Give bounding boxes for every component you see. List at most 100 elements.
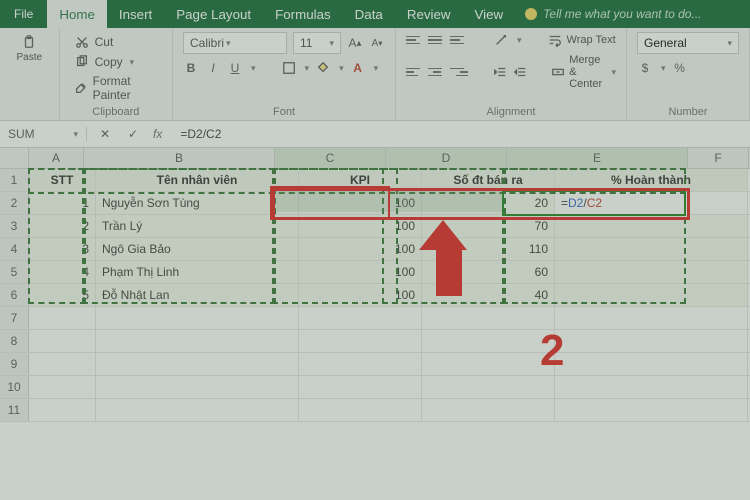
cell-e2-active[interactable]: =D2/C2 (555, 192, 748, 214)
cell-e4[interactable] (555, 238, 748, 260)
select-all-corner[interactable] (0, 148, 29, 168)
cell-c3[interactable]: 100 (299, 215, 422, 237)
col-header-e[interactable]: E (507, 148, 688, 168)
tab-home[interactable]: Home (47, 0, 107, 28)
cell[interactable] (29, 399, 96, 421)
formula-input[interactable]: =D2/C2 (172, 127, 750, 141)
cell[interactable] (422, 376, 555, 398)
font-color-button[interactable]: A (350, 60, 366, 76)
row-header-4[interactable]: 4 (0, 238, 29, 260)
tab-review[interactable]: Review (395, 0, 463, 28)
currency-button[interactable]: $ (637, 60, 653, 76)
cell-a3[interactable]: 2 (29, 215, 96, 237)
cell-d2[interactable]: 20 (422, 192, 555, 214)
cell-e5[interactable] (555, 261, 748, 283)
tab-data[interactable]: Data (343, 0, 395, 28)
cell[interactable] (29, 330, 96, 352)
cell[interactable] (555, 353, 748, 375)
cell[interactable] (422, 353, 555, 375)
cell-b6[interactable]: Đỗ Nhật Lan (96, 284, 299, 306)
wrap-text-button[interactable]: Wrap Text (547, 32, 616, 48)
cell[interactable] (555, 399, 748, 421)
cell-c6[interactable]: 100 (299, 284, 422, 306)
border-button[interactable] (281, 60, 297, 76)
cell[interactable] (96, 399, 299, 421)
format-painter-button[interactable]: Format Painter (70, 72, 162, 104)
copy-button[interactable]: Copy▾ (70, 52, 162, 72)
number-format-select[interactable]: General▾ (637, 32, 739, 54)
enter-icon[interactable]: ✓ (125, 126, 141, 142)
cell-e3[interactable] (555, 215, 748, 237)
italic-button[interactable]: I (205, 60, 221, 76)
percent-button[interactable]: % (672, 60, 688, 76)
cell-d1[interactable]: Số đt bán ra (422, 169, 555, 191)
cell[interactable] (422, 399, 555, 421)
cancel-icon[interactable]: ✕ (97, 126, 113, 142)
file-tab[interactable]: File (0, 0, 47, 28)
cell[interactable] (422, 307, 555, 329)
cell-b3[interactable]: Trần Lý (96, 215, 299, 237)
cell[interactable] (96, 330, 299, 352)
tab-insert[interactable]: Insert (107, 0, 164, 28)
paste-button[interactable]: Paste (10, 32, 49, 65)
row-header-6[interactable]: 6 (0, 284, 29, 306)
col-header-c[interactable]: C (275, 148, 386, 168)
col-header-a[interactable]: A (29, 148, 84, 168)
cell[interactable] (555, 376, 748, 398)
cell[interactable] (299, 399, 422, 421)
cell[interactable] (299, 376, 422, 398)
bold-button[interactable]: B (183, 60, 199, 76)
row-header-11[interactable]: 11 (0, 399, 29, 421)
underline-button[interactable]: U (227, 60, 243, 76)
cell[interactable] (555, 330, 748, 352)
cell-c5[interactable]: 100 (299, 261, 422, 283)
cell[interactable] (96, 376, 299, 398)
cell[interactable] (29, 353, 96, 375)
cell[interactable] (299, 330, 422, 352)
orientation-icon[interactable] (493, 32, 509, 48)
decrease-font-icon[interactable]: A▾ (369, 35, 385, 51)
fill-color-button[interactable] (315, 60, 331, 76)
worksheet-grid[interactable]: A B C D E F 1 STT Tên nhân viên KPI Số đ… (0, 148, 750, 422)
vertical-align[interactable] (406, 32, 468, 48)
row-header-9[interactable]: 9 (0, 353, 29, 375)
cell[interactable] (96, 353, 299, 375)
cell-b1[interactable]: Tên nhân viên (96, 169, 299, 191)
cell-a4[interactable]: 3 (29, 238, 96, 260)
cell-c2[interactable]: 100 (299, 192, 422, 214)
decrease-indent-icon[interactable] (493, 64, 507, 80)
increase-indent-icon[interactable] (513, 64, 527, 80)
cell[interactable] (299, 353, 422, 375)
cell[interactable] (299, 307, 422, 329)
cell[interactable] (29, 376, 96, 398)
col-header-b[interactable]: B (84, 148, 275, 168)
cell-b4[interactable]: Ngô Gia Bảo (96, 238, 299, 260)
cell[interactable] (29, 307, 96, 329)
row-header-10[interactable]: 10 (0, 376, 29, 398)
row-header-7[interactable]: 7 (0, 307, 29, 329)
cell-a2[interactable]: 1 (29, 192, 96, 214)
horizontal-align[interactable] (406, 64, 468, 80)
tab-formulas[interactable]: Formulas (263, 0, 343, 28)
cut-button[interactable]: Cut (70, 32, 162, 52)
row-header-2[interactable]: 2 (0, 192, 29, 214)
cell-b2[interactable]: Nguyễn Sơn Tùng (96, 192, 299, 214)
name-box[interactable]: SUM▾ (0, 127, 87, 141)
cell-a1[interactable]: STT (29, 169, 96, 191)
row-header-1[interactable]: 1 (0, 169, 29, 191)
cell-e1[interactable]: % Hoàn thành (555, 169, 748, 191)
cell[interactable] (96, 307, 299, 329)
cell-e6[interactable] (555, 284, 748, 306)
row-header-5[interactable]: 5 (0, 261, 29, 283)
tell-me[interactable]: Tell me what you want to do... (515, 0, 711, 28)
cell-c1[interactable]: KPI (299, 169, 422, 191)
col-header-d[interactable]: D (386, 148, 507, 168)
cell[interactable] (555, 307, 748, 329)
tab-page-layout[interactable]: Page Layout (164, 0, 263, 28)
font-size-select[interactable]: 11▾ (293, 32, 341, 54)
increase-font-icon[interactable]: A▴ (347, 35, 363, 51)
cell-a5[interactable]: 4 (29, 261, 96, 283)
cell-b5[interactable]: Phạm Thị Linh (96, 261, 299, 283)
row-header-3[interactable]: 3 (0, 215, 29, 237)
font-select[interactable]: Calibri▾ (183, 32, 287, 54)
